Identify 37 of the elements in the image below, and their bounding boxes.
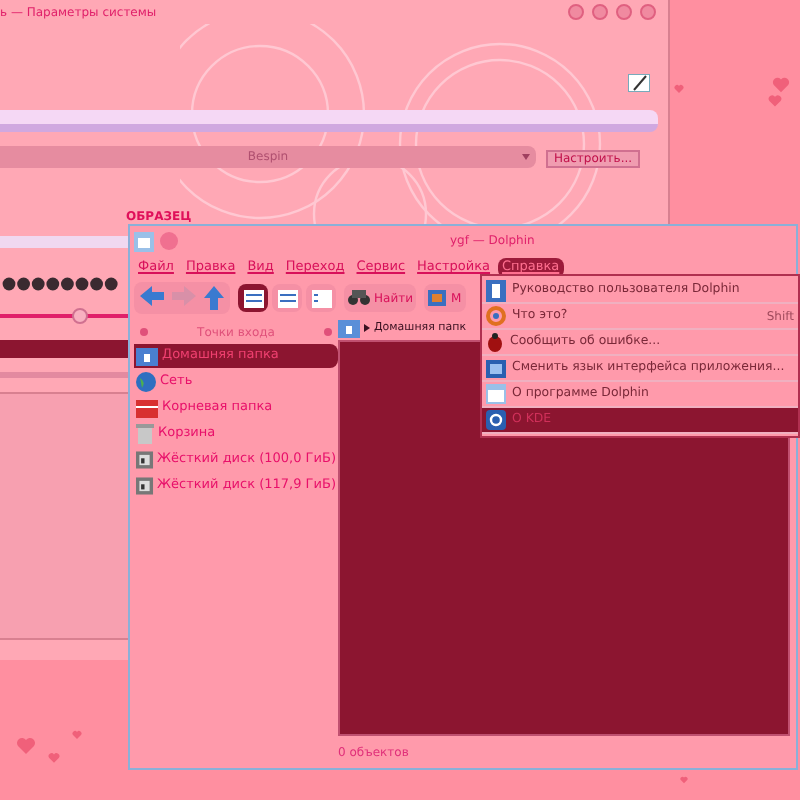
- maximize-button[interactable]: [616, 4, 632, 20]
- breadcrumb-arrow-icon: [364, 324, 370, 332]
- folder-icon: [136, 398, 158, 418]
- selection-bar: [0, 340, 128, 358]
- disk-icon: [136, 476, 154, 496]
- gear-icon: [486, 410, 506, 430]
- edit-icon[interactable]: [628, 74, 650, 92]
- picture-icon: [428, 290, 447, 306]
- up-arrow-icon[interactable]: [204, 286, 224, 310]
- lifebuoy-icon: [486, 306, 506, 326]
- view-mode-button[interactable]: [238, 284, 268, 312]
- disk-icon: [136, 450, 154, 470]
- radio-buttons-drawing: [2, 276, 122, 292]
- globe-icon: [136, 372, 156, 392]
- help-button[interactable]: [568, 4, 584, 20]
- close-panel-icon[interactable]: [140, 328, 148, 336]
- book-icon: [486, 279, 506, 301]
- minimize-button[interactable]: [592, 4, 608, 20]
- bug-icon: [486, 332, 504, 352]
- heart-icon: [680, 776, 688, 784]
- close-button[interactable]: [640, 4, 656, 20]
- view-mode-button[interactable]: [272, 284, 302, 312]
- home-folder-icon[interactable]: [338, 319, 360, 337]
- window-menu-icon[interactable]: [134, 231, 154, 251]
- flag-icon: [486, 359, 506, 377]
- heart-icon: [674, 84, 684, 94]
- heart-icon: [72, 730, 82, 740]
- slider-thumb[interactable]: [72, 308, 88, 324]
- trash-icon: [136, 424, 154, 444]
- back-arrow-icon[interactable]: [140, 286, 164, 306]
- undock-icon[interactable]: [324, 328, 332, 336]
- preview-bar: [0, 236, 128, 248]
- close-button[interactable]: [160, 232, 178, 250]
- binoculars-icon: [348, 290, 370, 306]
- folder-icon: [136, 346, 158, 366]
- window-icon: [486, 384, 506, 404]
- dropdown-arrow-icon: [522, 154, 530, 160]
